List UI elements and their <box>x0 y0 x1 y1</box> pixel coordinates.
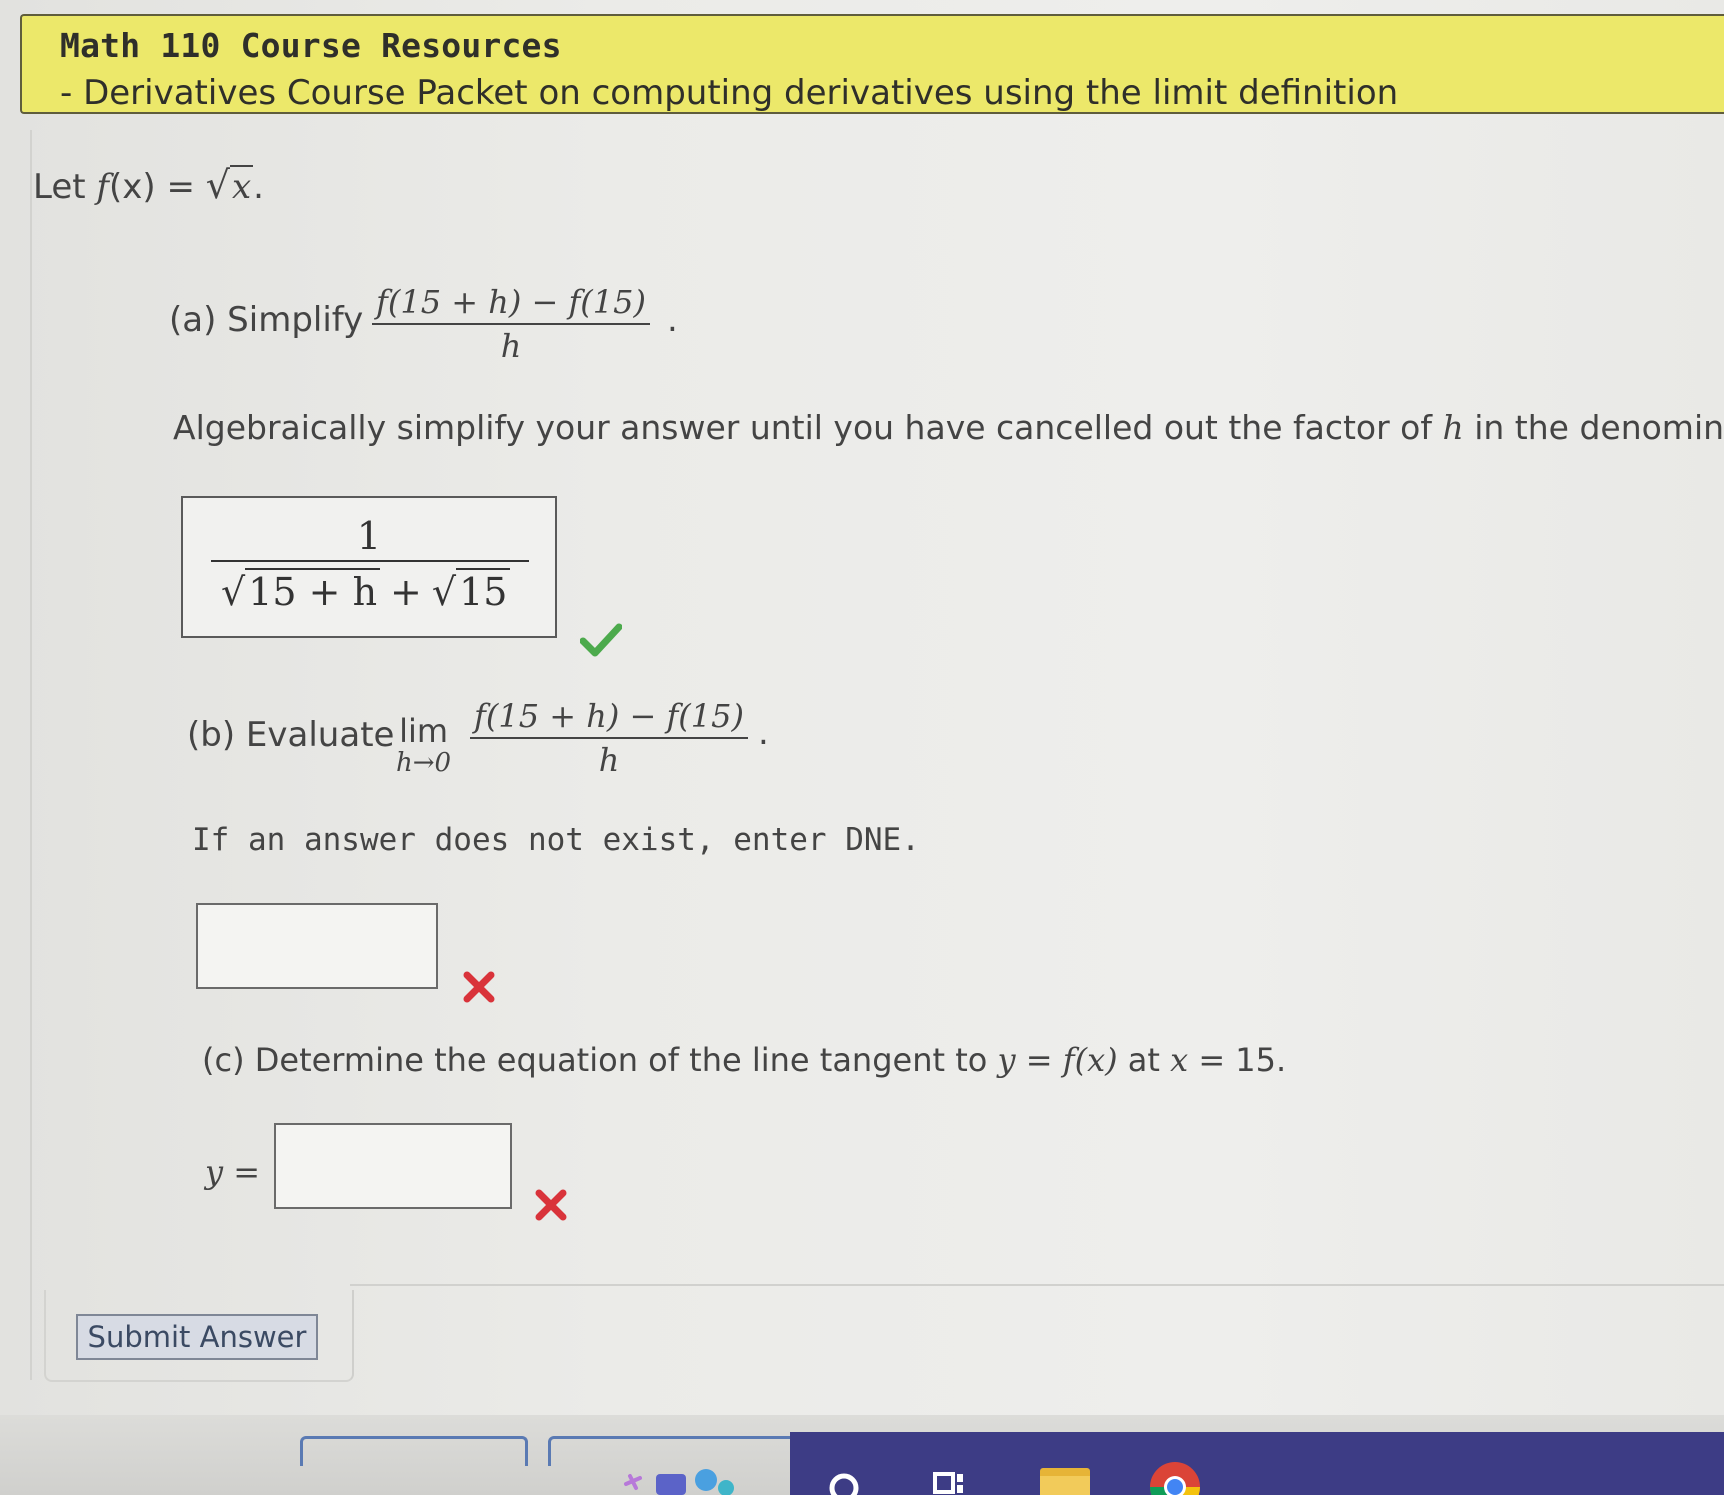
intro-x-paren: (x) = <box>109 167 206 207</box>
part-b-period: . <box>758 713 769 753</box>
part-c-at-x: x <box>1170 1041 1189 1079</box>
answer-fraction-bar <box>211 560 529 562</box>
intro-let: Let <box>33 167 97 207</box>
intro-period: . <box>253 167 264 207</box>
part-a-denominator: h <box>500 327 522 365</box>
instruction-var-h: h <box>1442 408 1464 447</box>
chrome-icon[interactable] <box>1148 1460 1202 1495</box>
part-c-y-label: y = <box>205 1153 261 1191</box>
check-icon <box>580 623 622 657</box>
widgets-icon[interactable] <box>622 1464 772 1495</box>
intro-radicand: x <box>229 165 254 207</box>
part-c-text-pre: (c) Determine the equation of the line t… <box>202 1041 998 1079</box>
part-c-eq-f: f <box>1062 1041 1075 1079</box>
part-c-eq-x: (x) <box>1074 1041 1118 1079</box>
panel-divider <box>350 1284 1724 1286</box>
answer-radicand-2: 15 <box>456 568 511 614</box>
part-b-instruction: If an answer does not exist, enter DNE. <box>192 822 920 858</box>
part-c-label: (c) Determine the equation of the line t… <box>202 1041 1286 1079</box>
instruction-text-pre: Algebraically simplify your answer until… <box>173 408 1443 447</box>
course-header-banner: Math 110 Course Resources - Derivatives … <box>20 14 1724 114</box>
part-c-text-at: at <box>1117 1041 1171 1079</box>
search-icon[interactable] <box>826 1470 862 1495</box>
part-a-label: (a) Simplify <box>169 300 364 340</box>
limit-lim: lim <box>399 712 449 750</box>
answer-radicand-1: 15 + h <box>245 568 381 614</box>
taskbar-dark-section <box>790 1432 1724 1495</box>
course-title: Math 110 Course Resources <box>60 26 562 65</box>
browser-window-tab[interactable] <box>300 1436 528 1466</box>
part-a-fraction: f(15 + h) − f(15) h <box>372 283 650 365</box>
submit-answer-button[interactable]: Submit Answer <box>76 1314 318 1360</box>
intro-statement: Let f(x) = √x. <box>33 163 264 207</box>
cross-icon <box>535 1189 567 1221</box>
answer-plus: + <box>390 570 422 614</box>
part-c-eq-y: y <box>997 1041 1016 1079</box>
cross-icon <box>463 971 495 1003</box>
sqrt-symbol: √ <box>205 163 230 207</box>
part-a-period: . <box>667 300 678 340</box>
part-c-text-post: = 15. <box>1188 1041 1287 1079</box>
page: Math 110 Course Resources - Derivatives … <box>0 0 1724 1495</box>
part-b-numerator: f(15 + h) − f(15) <box>470 697 748 739</box>
sqrt-symbol: √ <box>221 570 246 614</box>
part-c-eq-mid: = <box>1015 1041 1063 1079</box>
course-subtitle: - Derivatives Course Packet on computing… <box>60 73 1399 113</box>
part-a-numerator: f(15 + h) − f(15) <box>372 283 650 325</box>
answer-denominator: √15 + h + √15 <box>221 568 511 614</box>
limit-subscript: h→0 <box>396 748 452 778</box>
sqrt-symbol: √ <box>431 570 457 614</box>
part-b-answer-input[interactable] <box>196 903 438 989</box>
taskview-icon[interactable] <box>932 1470 972 1495</box>
limit-operator: lim h→0 <box>396 712 451 778</box>
part-b-denominator: h <box>598 741 620 779</box>
part-a-instruction: Algebraically simplify your answer until… <box>173 408 1724 447</box>
part-b-label: (b) Evaluate <box>187 715 395 755</box>
intro-f: f <box>96 167 109 207</box>
part-c-answer-input[interactable] <box>274 1123 512 1209</box>
instruction-text-post: in the denominator. <box>1474 408 1724 447</box>
part-b-fraction: f(15 + h) − f(15) h <box>470 697 748 779</box>
answer-numerator: 1 <box>356 514 382 558</box>
file-explorer-icon[interactable] <box>1038 1466 1092 1495</box>
part-a-answer-box[interactable]: 1 √15 + h + √15 <box>181 496 557 638</box>
